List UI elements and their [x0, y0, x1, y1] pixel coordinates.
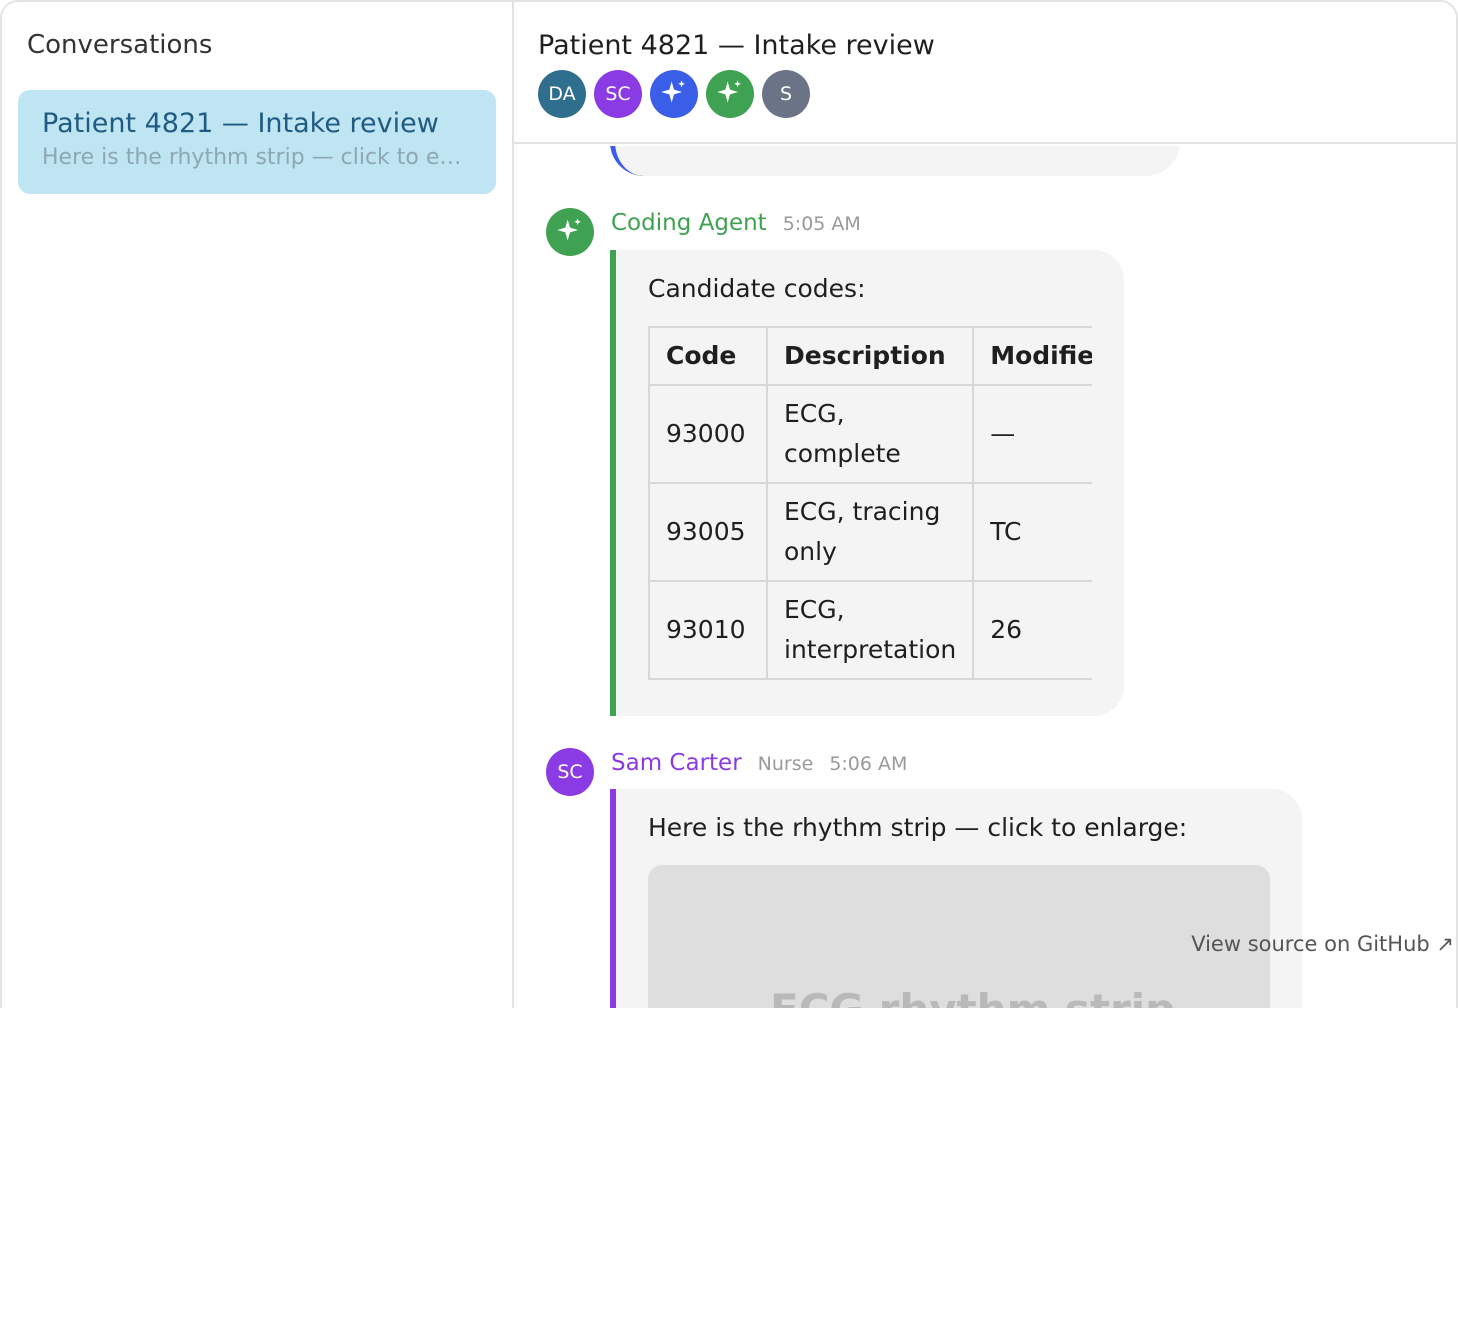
message-meta: Sam Carter Nurse 5:06 AM — [611, 750, 907, 776]
message-thread[interactable]: Coding Agent 5:05 AM Candidate codes: Co… — [514, 146, 1456, 1008]
participant-list: DA SC S — [538, 70, 810, 118]
table-cell: TC — [972, 482, 1092, 582]
message-text: Candidate codes: — [648, 274, 866, 303]
image-placeholder-label: ECG rhythm strip — [770, 985, 1175, 1008]
sparkle-icon — [556, 216, 584, 249]
user-avatar: SC — [546, 748, 594, 796]
message-bubble: Candidate codes: Code Description Modifi… — [610, 250, 1124, 716]
conversation-preview: Here is the rhythm strip — click to enl.… — [42, 145, 472, 170]
conversation-item[interactable]: Patient 4821 — Intake review Here is the… — [18, 90, 496, 194]
codes-table-wrapper[interactable]: Code Description Modifier 93000 ECG, com… — [648, 326, 1092, 680]
chat-title: Patient 4821 — Intake review — [538, 30, 935, 61]
participant-avatar[interactable] — [706, 70, 754, 118]
message-bubble: Here is the rhythm strip — click to enla… — [610, 789, 1302, 1008]
sidebar: Conversations Patient 4821 — Intake revi… — [2, 2, 514, 1008]
sidebar-title: Conversations — [27, 30, 213, 60]
message-text: Here is the rhythm strip — click to enla… — [648, 813, 1188, 842]
table-row: 93000 ECG, complete — — [648, 384, 1092, 484]
chat-app: Conversations Patient 4821 — Intake revi… — [0, 0, 1458, 1008]
github-source-link[interactable]: View source on GitHub ↗ — [1191, 932, 1454, 956]
table-cell: 26 — [972, 580, 1092, 680]
column-header: Modifier — [972, 326, 1092, 386]
participant-avatar[interactable]: S — [762, 70, 810, 118]
column-header: Description — [765, 326, 975, 386]
message-time: 5:05 AM — [782, 213, 861, 235]
chat-main: Patient 4821 — Intake review DA SC S Cod… — [514, 2, 1456, 1008]
column-header: Code — [648, 326, 768, 386]
codes-table: Code Description Modifier 93000 ECG, com… — [648, 326, 1092, 680]
table-cell: — — [972, 384, 1092, 484]
participant-avatar[interactable] — [650, 70, 698, 118]
table-cell: 93010 — [648, 580, 768, 680]
table-header-row: Code Description Modifier — [648, 326, 1092, 386]
table-cell: 93000 — [648, 384, 768, 484]
rhythm-strip-image[interactable]: ECG rhythm strip — [648, 865, 1270, 1008]
table-cell: ECG, complete — [765, 384, 975, 484]
chat-header: Patient 4821 — Intake review DA SC S — [514, 2, 1456, 144]
message-time: 5:06 AM — [829, 753, 908, 775]
sparkle-icon — [716, 78, 744, 111]
table-cell: 93005 — [648, 482, 768, 582]
table-row: 93005 ECG, tracing only TC — [648, 482, 1092, 582]
message-meta: Coding Agent 5:05 AM — [611, 210, 861, 236]
message-author: Sam Carter — [611, 750, 742, 776]
table-cell: ECG, interpretation — [765, 580, 975, 680]
conversation-title: Patient 4821 — Intake review — [42, 108, 439, 139]
participant-avatar[interactable]: SC — [594, 70, 642, 118]
sparkle-icon — [660, 78, 688, 111]
message-author: Coding Agent — [611, 210, 767, 236]
participant-avatar[interactable]: DA — [538, 70, 586, 118]
message-role: Nurse — [757, 753, 814, 775]
previous-message-bubble — [610, 146, 1180, 176]
table-cell: ECG, tracing only — [765, 482, 975, 582]
agent-avatar — [546, 208, 594, 256]
table-row: 93010 ECG, interpretation 26 — [648, 580, 1092, 680]
